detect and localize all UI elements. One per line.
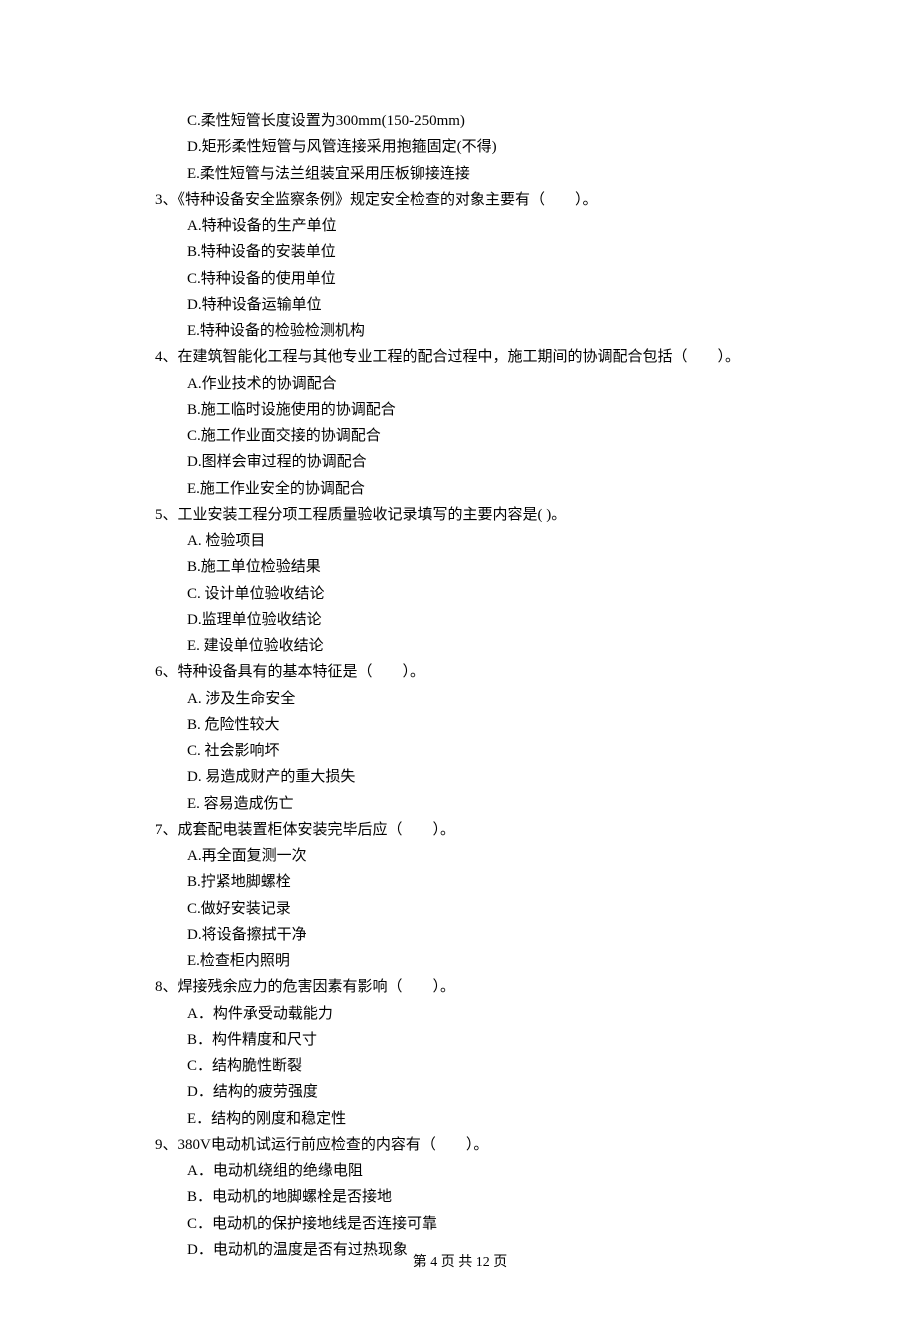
q9-stem: 9、380V电动机试运行前应检查的内容有（ ）。: [155, 1132, 790, 1158]
q7-option-e: E.检查柜内照明: [155, 948, 790, 974]
q5-option-c: C. 设计单位验收结论: [155, 581, 790, 607]
q7-option-b: B.拧紧地脚螺栓: [155, 869, 790, 895]
q4-option-e: E.施工作业安全的协调配合: [155, 476, 790, 502]
q4-option-a: A.作业技术的协调配合: [155, 371, 790, 397]
page-footer: 第 4 页 共 12 页: [0, 1251, 920, 1276]
q5-option-e: E. 建设单位验收结论: [155, 633, 790, 659]
q3-option-c: C.特种设备的使用单位: [155, 266, 790, 292]
q8-option-d: D．结构的疲劳强度: [155, 1079, 790, 1105]
q7-option-c: C.做好安装记录: [155, 896, 790, 922]
q4-option-b: B.施工临时设施使用的协调配合: [155, 397, 790, 423]
q8-option-e: E．结构的刚度和稳定性: [155, 1106, 790, 1132]
q8-option-c: C．结构脆性断裂: [155, 1053, 790, 1079]
q7-option-d: D.将设备擦拭干净: [155, 922, 790, 948]
q9-option-a: A．电动机绕组的绝缘电阻: [155, 1158, 790, 1184]
q3-option-e: E.特种设备的检验检测机构: [155, 318, 790, 344]
q3-option-d: D.特种设备运输单位: [155, 292, 790, 318]
q7-stem: 7、成套配电装置柜体安装完毕后应（ ）。: [155, 817, 790, 843]
q5-option-a: A. 检验项目: [155, 528, 790, 554]
document-page: C.柔性短管长度设置为300mm(150-250mm) D.矩形柔性短管与风管连…: [0, 0, 920, 1323]
prev-option-d: D.矩形柔性短管与风管连接采用抱箍固定(不得): [155, 134, 790, 160]
q3-option-a: A.特种设备的生产单位: [155, 213, 790, 239]
q9-option-c: C．电动机的保护接地线是否连接可靠: [155, 1211, 790, 1237]
q4-stem: 4、在建筑智能化工程与其他专业工程的配合过程中，施工期间的协调配合包括（ ）。: [155, 344, 790, 370]
q8-option-b: B．构件精度和尺寸: [155, 1027, 790, 1053]
q8-option-a: A．构件承受动载能力: [155, 1001, 790, 1027]
q7-option-a: A.再全面复测一次: [155, 843, 790, 869]
q6-stem: 6、特种设备具有的基本特征是（ ）。: [155, 659, 790, 685]
q6-option-e: E. 容易造成伤亡: [155, 791, 790, 817]
q4-option-d: D.图样会审过程的协调配合: [155, 449, 790, 475]
q3-stem: 3、《特种设备安全监察条例》规定安全检查的对象主要有（ ）。: [155, 187, 790, 213]
q5-option-b: B.施工单位检验结果: [155, 554, 790, 580]
q5-stem: 5、工业安装工程分项工程质量验收记录填写的主要内容是( )。: [155, 502, 790, 528]
q8-stem: 8、焊接残余应力的危害因素有影响（ ）。: [155, 974, 790, 1000]
q6-option-a: A. 涉及生命安全: [155, 686, 790, 712]
q5-option-d: D.监理单位验收结论: [155, 607, 790, 633]
q6-option-d: D. 易造成财产的重大损失: [155, 764, 790, 790]
q4-option-c: C.施工作业面交接的协调配合: [155, 423, 790, 449]
q3-option-b: B.特种设备的安装单位: [155, 239, 790, 265]
prev-option-c: C.柔性短管长度设置为300mm(150-250mm): [155, 108, 790, 134]
prev-option-e: E.柔性短管与法兰组装宜采用压板铆接连接: [155, 161, 790, 187]
q6-option-c: C. 社会影响坏: [155, 738, 790, 764]
q9-option-b: B．电动机的地脚螺栓是否接地: [155, 1184, 790, 1210]
q6-option-b: B. 危险性较大: [155, 712, 790, 738]
